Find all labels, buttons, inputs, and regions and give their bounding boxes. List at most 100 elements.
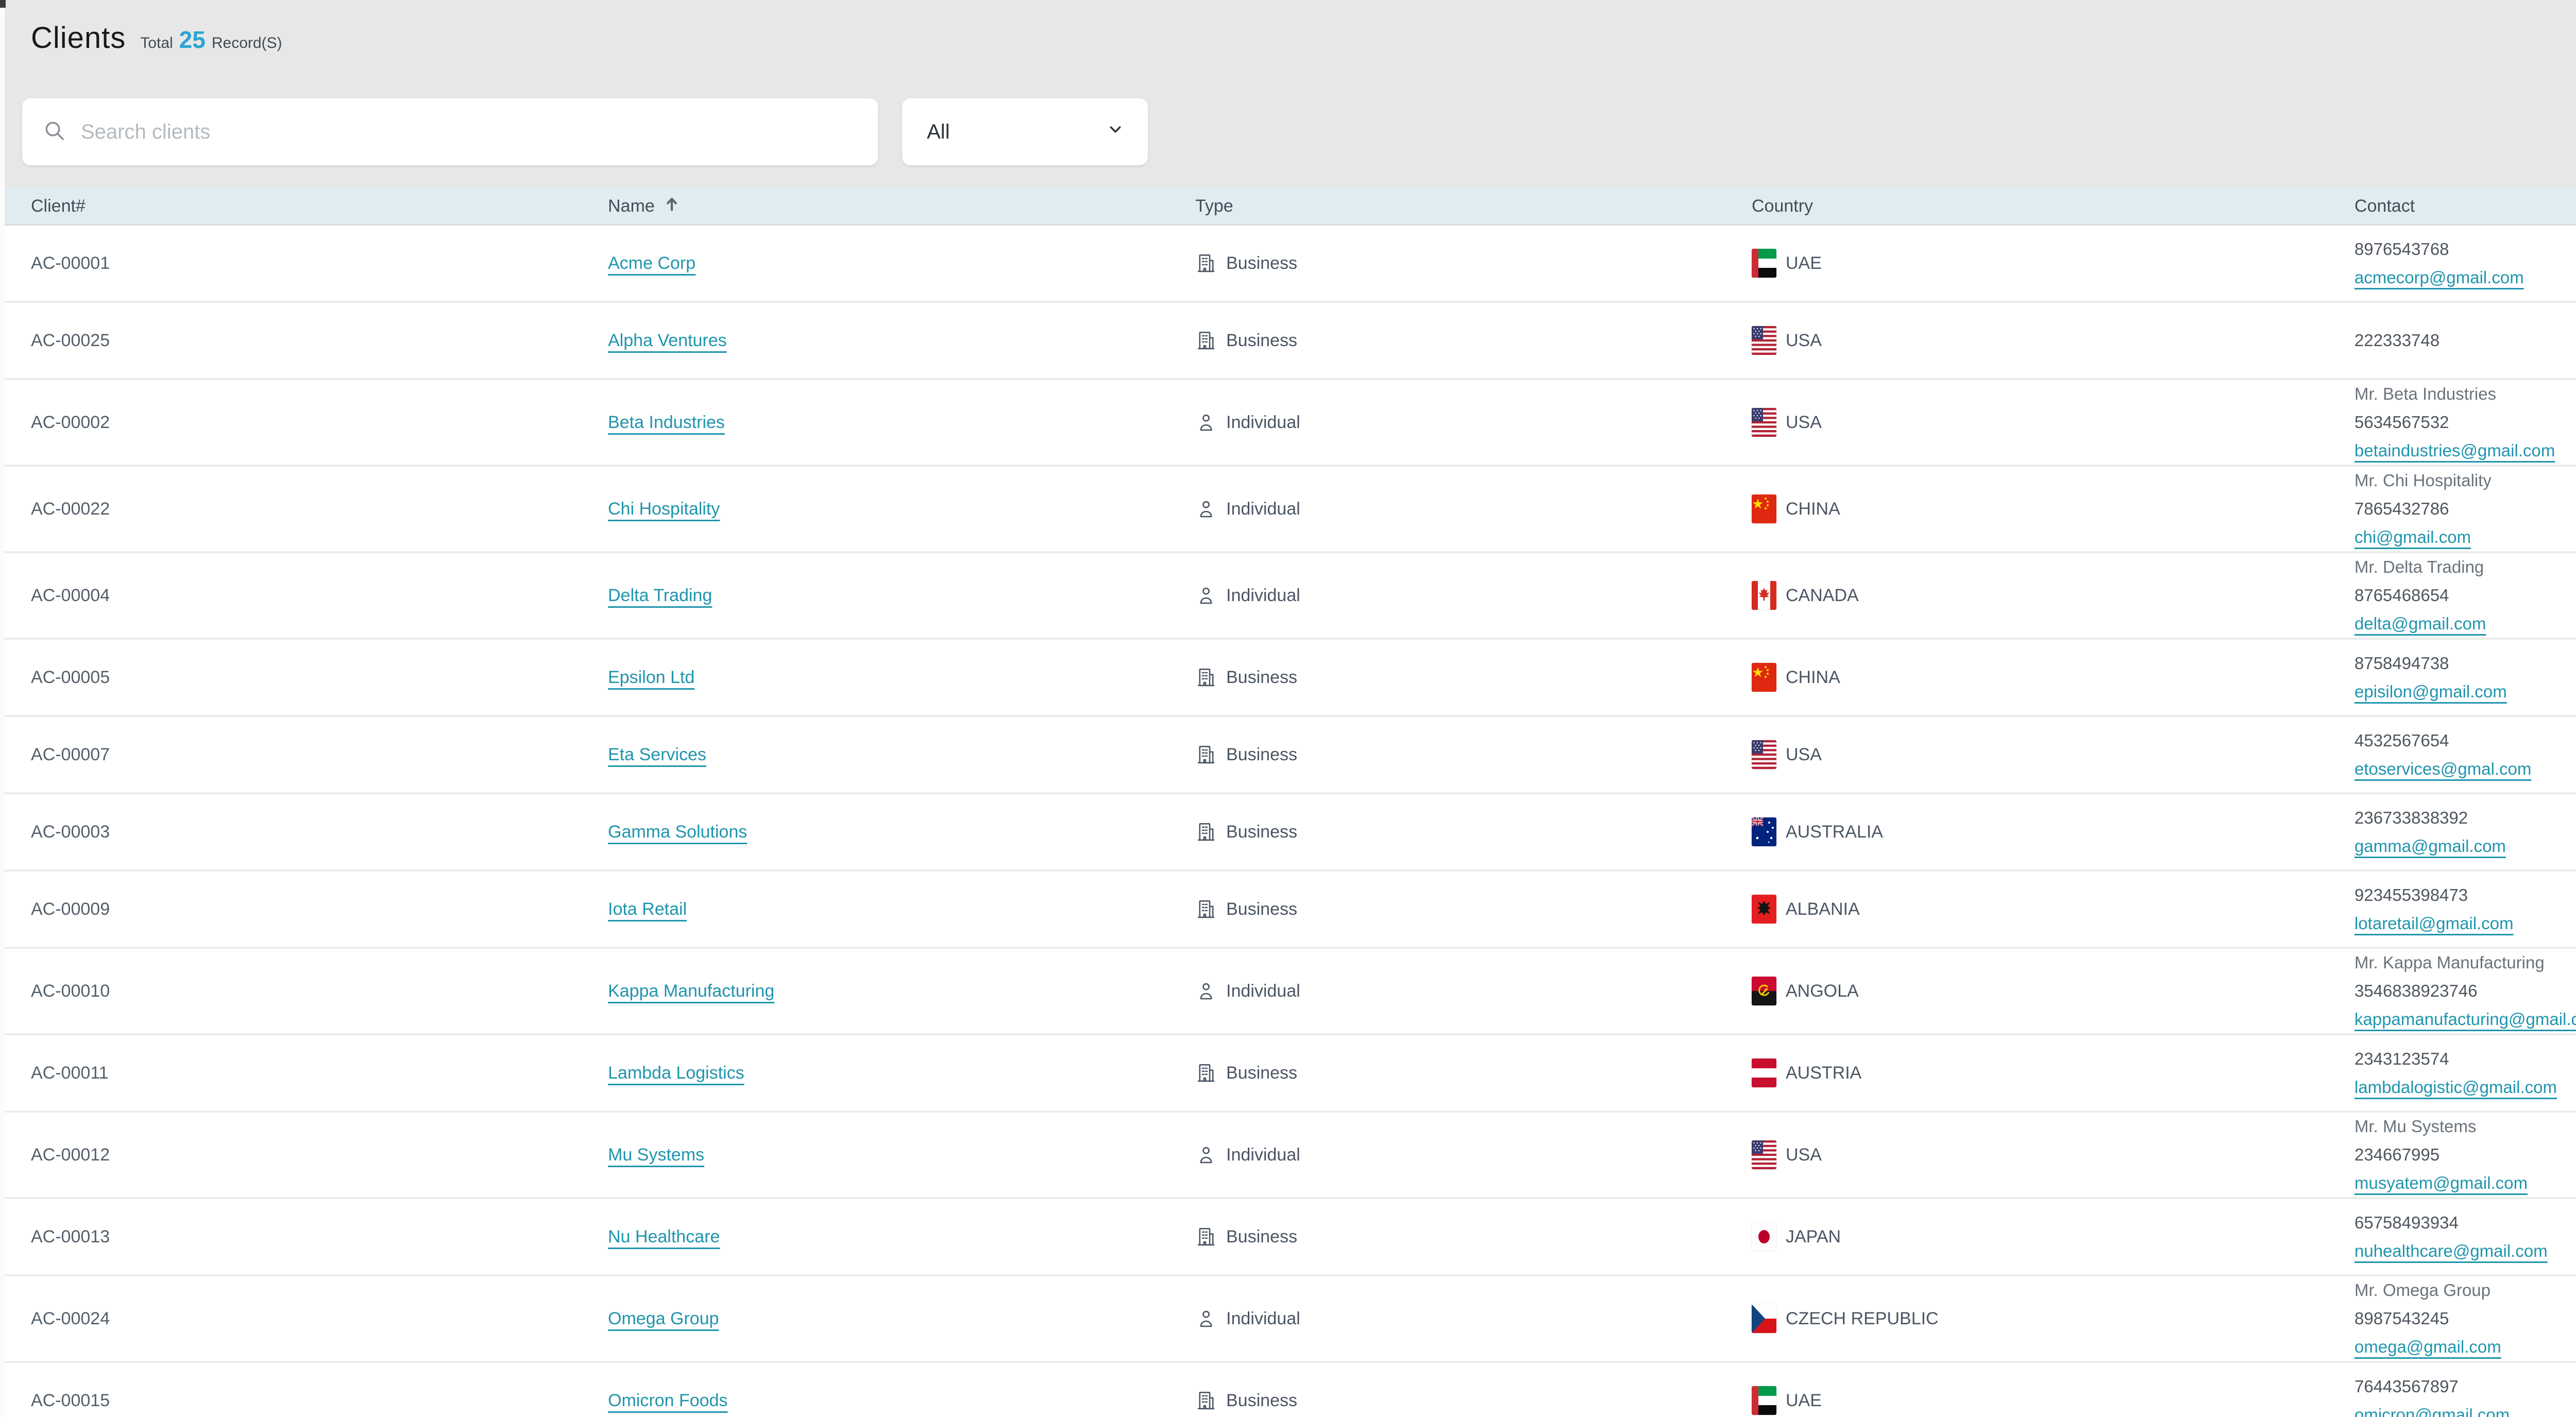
country-label: CHINA — [1786, 668, 1840, 688]
table-row: AC-00007 Eta Services Business USA 45325… — [0, 717, 2576, 794]
country-label: USA — [1786, 413, 1822, 433]
contact-phone: 8976543768 — [2354, 240, 2576, 259]
table-row: AC-00005 Epsilon Ltd Business CHINA 8758… — [0, 640, 2576, 717]
client-name-link[interactable]: Kappa Manufacturing — [608, 981, 774, 1001]
type-icon — [1195, 980, 1217, 1002]
column-header-type[interactable]: Type — [1195, 196, 1752, 216]
type-icon — [1195, 667, 1217, 688]
country-label: ALBANIA — [1786, 899, 1860, 919]
client-type: Individual — [1195, 980, 1752, 1002]
client-number: AC-00024 — [31, 1309, 608, 1329]
contact-phone: 234667995 — [2354, 1145, 2576, 1165]
contact-email-link[interactable]: episilon@gmail.com — [2354, 682, 2507, 702]
client-name-link[interactable]: Iota Retail — [608, 899, 687, 919]
client-name-link[interactable]: Omega Group — [608, 1309, 719, 1328]
client-name-link[interactable]: Alpha Ventures — [608, 331, 727, 350]
flag-austria-icon — [1752, 1059, 1776, 1087]
client-country: CHINA — [1752, 494, 2354, 523]
client-number: AC-00005 — [31, 668, 608, 688]
contact-email-link[interactable]: etoservices@gmal.com — [2354, 759, 2531, 779]
client-number: AC-00025 — [31, 331, 608, 351]
column-header-country[interactable]: Country — [1752, 196, 2354, 216]
contact-person-name: Mr. Mu Systems — [2354, 1117, 2576, 1136]
client-name-link[interactable]: Mu Systems — [608, 1145, 704, 1165]
client-name-link[interactable]: Lambda Logistics — [608, 1063, 744, 1083]
contact-person-name: Mr. Beta Industries — [2354, 384, 2576, 404]
client-type: Individual — [1195, 1144, 1752, 1166]
client-type: Individual — [1195, 412, 1752, 433]
type-icon — [1195, 252, 1217, 274]
contact-email-link[interactable]: chi@gmail.com — [2354, 527, 2471, 547]
search-input[interactable] — [81, 121, 857, 144]
client-country: USA — [1752, 408, 2354, 437]
contact-email-link[interactable]: musyatem@gmail.com — [2354, 1173, 2528, 1193]
client-number: AC-00001 — [31, 253, 608, 274]
column-header-name[interactable]: Name — [608, 195, 1195, 217]
country-label: AUSTRIA — [1786, 1063, 1861, 1083]
client-name-link[interactable]: Acme Corp — [608, 253, 696, 273]
contact-email-link[interactable]: omicron@gmail.com — [2354, 1405, 2510, 1417]
records-label: Record(S) — [212, 35, 282, 52]
type-label: Business — [1226, 899, 1297, 919]
client-number: AC-00011 — [31, 1063, 608, 1083]
flag-czech-icon — [1752, 1304, 1776, 1333]
contact-person-name: Mr. Delta Trading — [2354, 557, 2576, 577]
table-row: AC-00025 Alpha Ventures Business USA 222… — [0, 303, 2576, 380]
flag-japan-icon — [1752, 1222, 1776, 1251]
contact-email-link[interactable]: lambdalogistic@gmail.com — [2354, 1078, 2557, 1097]
clients-table: Client# Name Type Country Contact Action… — [0, 188, 2576, 1417]
table-row: AC-00004 Delta Trading Individual CANADA… — [0, 553, 2576, 640]
client-contact: 65758493934nuhealthcare@gmail.com — [2354, 1213, 2576, 1261]
country-label: USA — [1786, 1145, 1822, 1165]
client-contact: Mr. Omega Group8987543245omega@gmail.com — [2354, 1281, 2576, 1357]
column-header-client[interactable]: Client# — [31, 196, 608, 216]
contact-email-link[interactable]: delta@gmail.com — [2354, 614, 2486, 634]
type-icon — [1195, 898, 1217, 920]
contact-person-name: Mr. Omega Group — [2354, 1281, 2576, 1300]
client-name-link[interactable]: Gamma Solutions — [608, 822, 747, 842]
client-number: AC-00007 — [31, 745, 608, 765]
contact-phone: 5634567532 — [2354, 413, 2576, 432]
column-header-contact[interactable]: Contact — [2354, 196, 2576, 216]
client-name-link[interactable]: Chi Hospitality — [608, 499, 720, 519]
client-country: ANGOLA — [1752, 977, 2354, 1005]
type-filter-select[interactable]: All — [902, 98, 1148, 165]
country-label: UAE — [1786, 1391, 1822, 1411]
client-name-link[interactable]: Omicron Foods — [608, 1391, 727, 1410]
window-corner-artifact — [0, 0, 6, 8]
client-name-link[interactable]: Delta Trading — [608, 586, 712, 605]
contact-email-link[interactable]: kappamanufacturing@gmail.com — [2354, 1010, 2576, 1029]
contact-email-link[interactable]: acmecorp@gmail.com — [2354, 268, 2524, 287]
search-box[interactable] — [22, 98, 878, 165]
client-country: UAE — [1752, 1386, 2354, 1415]
total-label: Total — [140, 35, 173, 52]
type-label: Individual — [1226, 981, 1300, 1001]
client-type: Business — [1195, 821, 1752, 843]
client-number: AC-00012 — [31, 1145, 608, 1165]
contact-email-link[interactable]: omega@gmail.com — [2354, 1337, 2501, 1357]
type-icon — [1195, 821, 1217, 843]
type-icon — [1195, 1226, 1217, 1248]
contact-email-link[interactable]: nuhealthcare@gmail.com — [2354, 1241, 2548, 1261]
contact-email-link[interactable]: gamma@gmail.com — [2354, 836, 2506, 856]
client-name-link[interactable]: Nu Healthcare — [608, 1227, 720, 1247]
contact-email-link[interactable]: betaindustries@gmail.com — [2354, 441, 2555, 460]
contact-phone: 8765468654 — [2354, 586, 2576, 605]
type-label: Individual — [1226, 1309, 1300, 1329]
client-contact: Mr. Mu Systems 234667995 musyatem@gmail.co… — [2354, 1117, 2576, 1193]
client-type: Business — [1195, 1226, 1752, 1248]
client-number: AC-00003 — [31, 822, 608, 842]
type-label: Business — [1226, 253, 1297, 274]
type-label: Business — [1226, 1063, 1297, 1083]
type-icon — [1195, 585, 1217, 606]
table-header-row: Client# Name Type Country Contact Action… — [0, 188, 2576, 226]
flag-usa-icon — [1752, 740, 1776, 769]
client-name-link[interactable]: Epsilon Ltd — [608, 668, 694, 687]
client-name-link[interactable]: Eta Services — [608, 745, 706, 764]
type-label: Individual — [1226, 1145, 1300, 1165]
client-country: CANADA — [1752, 581, 2354, 610]
country-label: ANGOLA — [1786, 981, 1859, 1001]
client-name-link[interactable]: Beta Industries — [608, 413, 725, 432]
contact-email-link[interactable]: lotaretail@gmail.com — [2354, 914, 2514, 933]
client-number: AC-00009 — [31, 899, 608, 919]
